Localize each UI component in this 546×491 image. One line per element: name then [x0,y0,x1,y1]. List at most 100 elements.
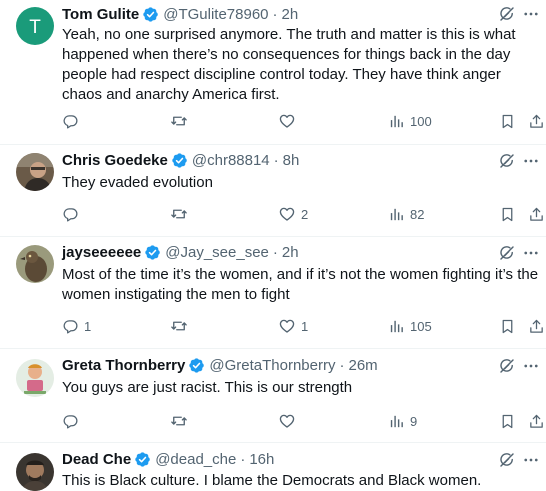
reply-tweet[interactable]: jayseeeeee @Jay_see_see · 2h Most of the… [0,237,546,349]
reply-tweet[interactable]: T Tom Gulite @TGulite78960 · 2h Yeah, no… [0,0,546,145]
reply-tweet[interactable]: Chris Goedeke @chr88814 · 8h They evaded… [0,145,546,237]
handle[interactable]: @TGulite78960 [163,6,268,23]
bookmark-icon [499,113,516,130]
more-icon[interactable] [522,244,540,262]
view-count: 100 [410,113,432,129]
handle[interactable]: @dead_che [155,451,236,468]
grok-icon[interactable] [498,152,516,170]
view-count: 105 [410,318,432,334]
bookmark-icon [499,413,516,430]
display-name[interactable]: Chris Goedeke [62,152,168,169]
more-icon[interactable] [522,5,540,23]
handle[interactable]: @Jay_see_see [165,244,269,261]
separator: · [339,356,345,374]
retweet-button[interactable] [170,204,193,224]
views-button[interactable]: 82 [388,204,424,224]
handle[interactable]: @GretaThornberry [209,357,335,374]
like-button[interactable] [278,411,301,431]
views-button[interactable]: 9 [388,411,417,431]
action-bar: 2 82 [62,204,546,224]
verified-badge-icon [188,357,205,374]
retweet-icon [170,205,188,223]
reply-tweet[interactable]: Dead Che @dead_che · 16h This is Black c… [0,443,546,491]
display-name[interactable]: Greta Thornberry [62,357,185,374]
retweet-button[interactable] [170,411,193,431]
reply-icon [62,413,79,430]
separator: · [240,450,246,468]
bookmark-button[interactable] [499,316,516,336]
grok-icon[interactable] [498,451,516,469]
timestamp[interactable]: 2h [282,244,299,261]
share-button[interactable] [528,111,545,131]
reply-count: 1 [84,318,92,334]
tweet-text: This is Black culture. I blame the Democ… [62,472,482,489]
bookmark-button[interactable] [499,111,516,131]
action-bar: 1 1 105 [62,316,546,336]
display-name[interactable]: Dead Che [62,451,131,468]
separator: · [272,243,278,261]
reply-button[interactable] [62,204,84,224]
reply-feed: T Tom Gulite @TGulite78960 · 2h Yeah, no… [0,0,546,491]
heart-icon [278,317,296,335]
avatar[interactable] [16,359,54,397]
avatar-letter: T [29,17,41,38]
action-bar: 100 [62,111,546,131]
reply-icon [62,113,79,130]
timestamp[interactable]: 16h [249,451,274,468]
views-icon [388,113,405,130]
tweet-text: They evaded evolution [62,174,213,191]
bookmark-icon [499,206,516,223]
avatar[interactable]: T [16,7,54,45]
retweet-icon [170,317,188,335]
like-button[interactable]: 1 [278,316,308,336]
share-button[interactable] [528,316,545,336]
timestamp[interactable]: 2h [282,6,299,23]
reply-button[interactable] [62,411,84,431]
retweet-button[interactable] [170,111,193,131]
action-bar: 9 [62,411,546,431]
views-button[interactable]: 100 [388,111,432,131]
view-count: 82 [410,206,425,222]
more-icon[interactable] [522,451,540,469]
view-count: 9 [410,413,418,429]
bookmark-button[interactable] [499,411,516,431]
verified-badge-icon [171,152,188,169]
avatar[interactable] [16,245,54,283]
share-button[interactable] [528,411,545,431]
separator: · [272,5,278,23]
display-name[interactable]: jayseeeeee [62,244,141,261]
grok-icon[interactable] [498,5,516,23]
share-button[interactable] [528,204,545,224]
reply-button[interactable]: 1 [62,316,91,336]
bookmark-button[interactable] [499,204,516,224]
heart-icon [278,412,296,430]
grok-icon[interactable] [498,357,516,375]
timestamp[interactable]: 8h [283,152,300,169]
timestamp[interactable]: 26m [348,357,377,374]
tweet-text: You guys are just racist. This is our st… [62,379,353,396]
like-button[interactable] [278,111,301,131]
share-icon [528,413,545,430]
retweet-button[interactable] [170,316,193,336]
avatar[interactable] [16,453,54,491]
retweet-icon [170,412,188,430]
share-icon [528,113,545,130]
reply-button[interactable] [62,111,84,131]
views-icon [388,318,405,335]
grok-icon[interactable] [498,244,516,262]
more-icon[interactable] [522,152,540,170]
like-button[interactable]: 2 [278,204,308,224]
more-icon[interactable] [522,357,540,375]
handle[interactable]: @chr88814 [192,152,270,169]
avatar[interactable] [16,153,54,191]
verified-badge-icon [144,244,161,261]
views-button[interactable]: 105 [388,316,432,336]
tweet-text: Most of the time it’s the women, and if … [62,266,539,303]
verified-badge-icon [134,451,151,468]
reply-tweet[interactable]: Greta Thornberry @GretaThornberry · 26m … [0,349,546,443]
share-icon [528,206,545,223]
share-icon [528,318,545,335]
like-count: 1 [301,318,309,334]
display-name[interactable]: Tom Gulite [62,6,139,23]
views-icon [388,206,405,223]
